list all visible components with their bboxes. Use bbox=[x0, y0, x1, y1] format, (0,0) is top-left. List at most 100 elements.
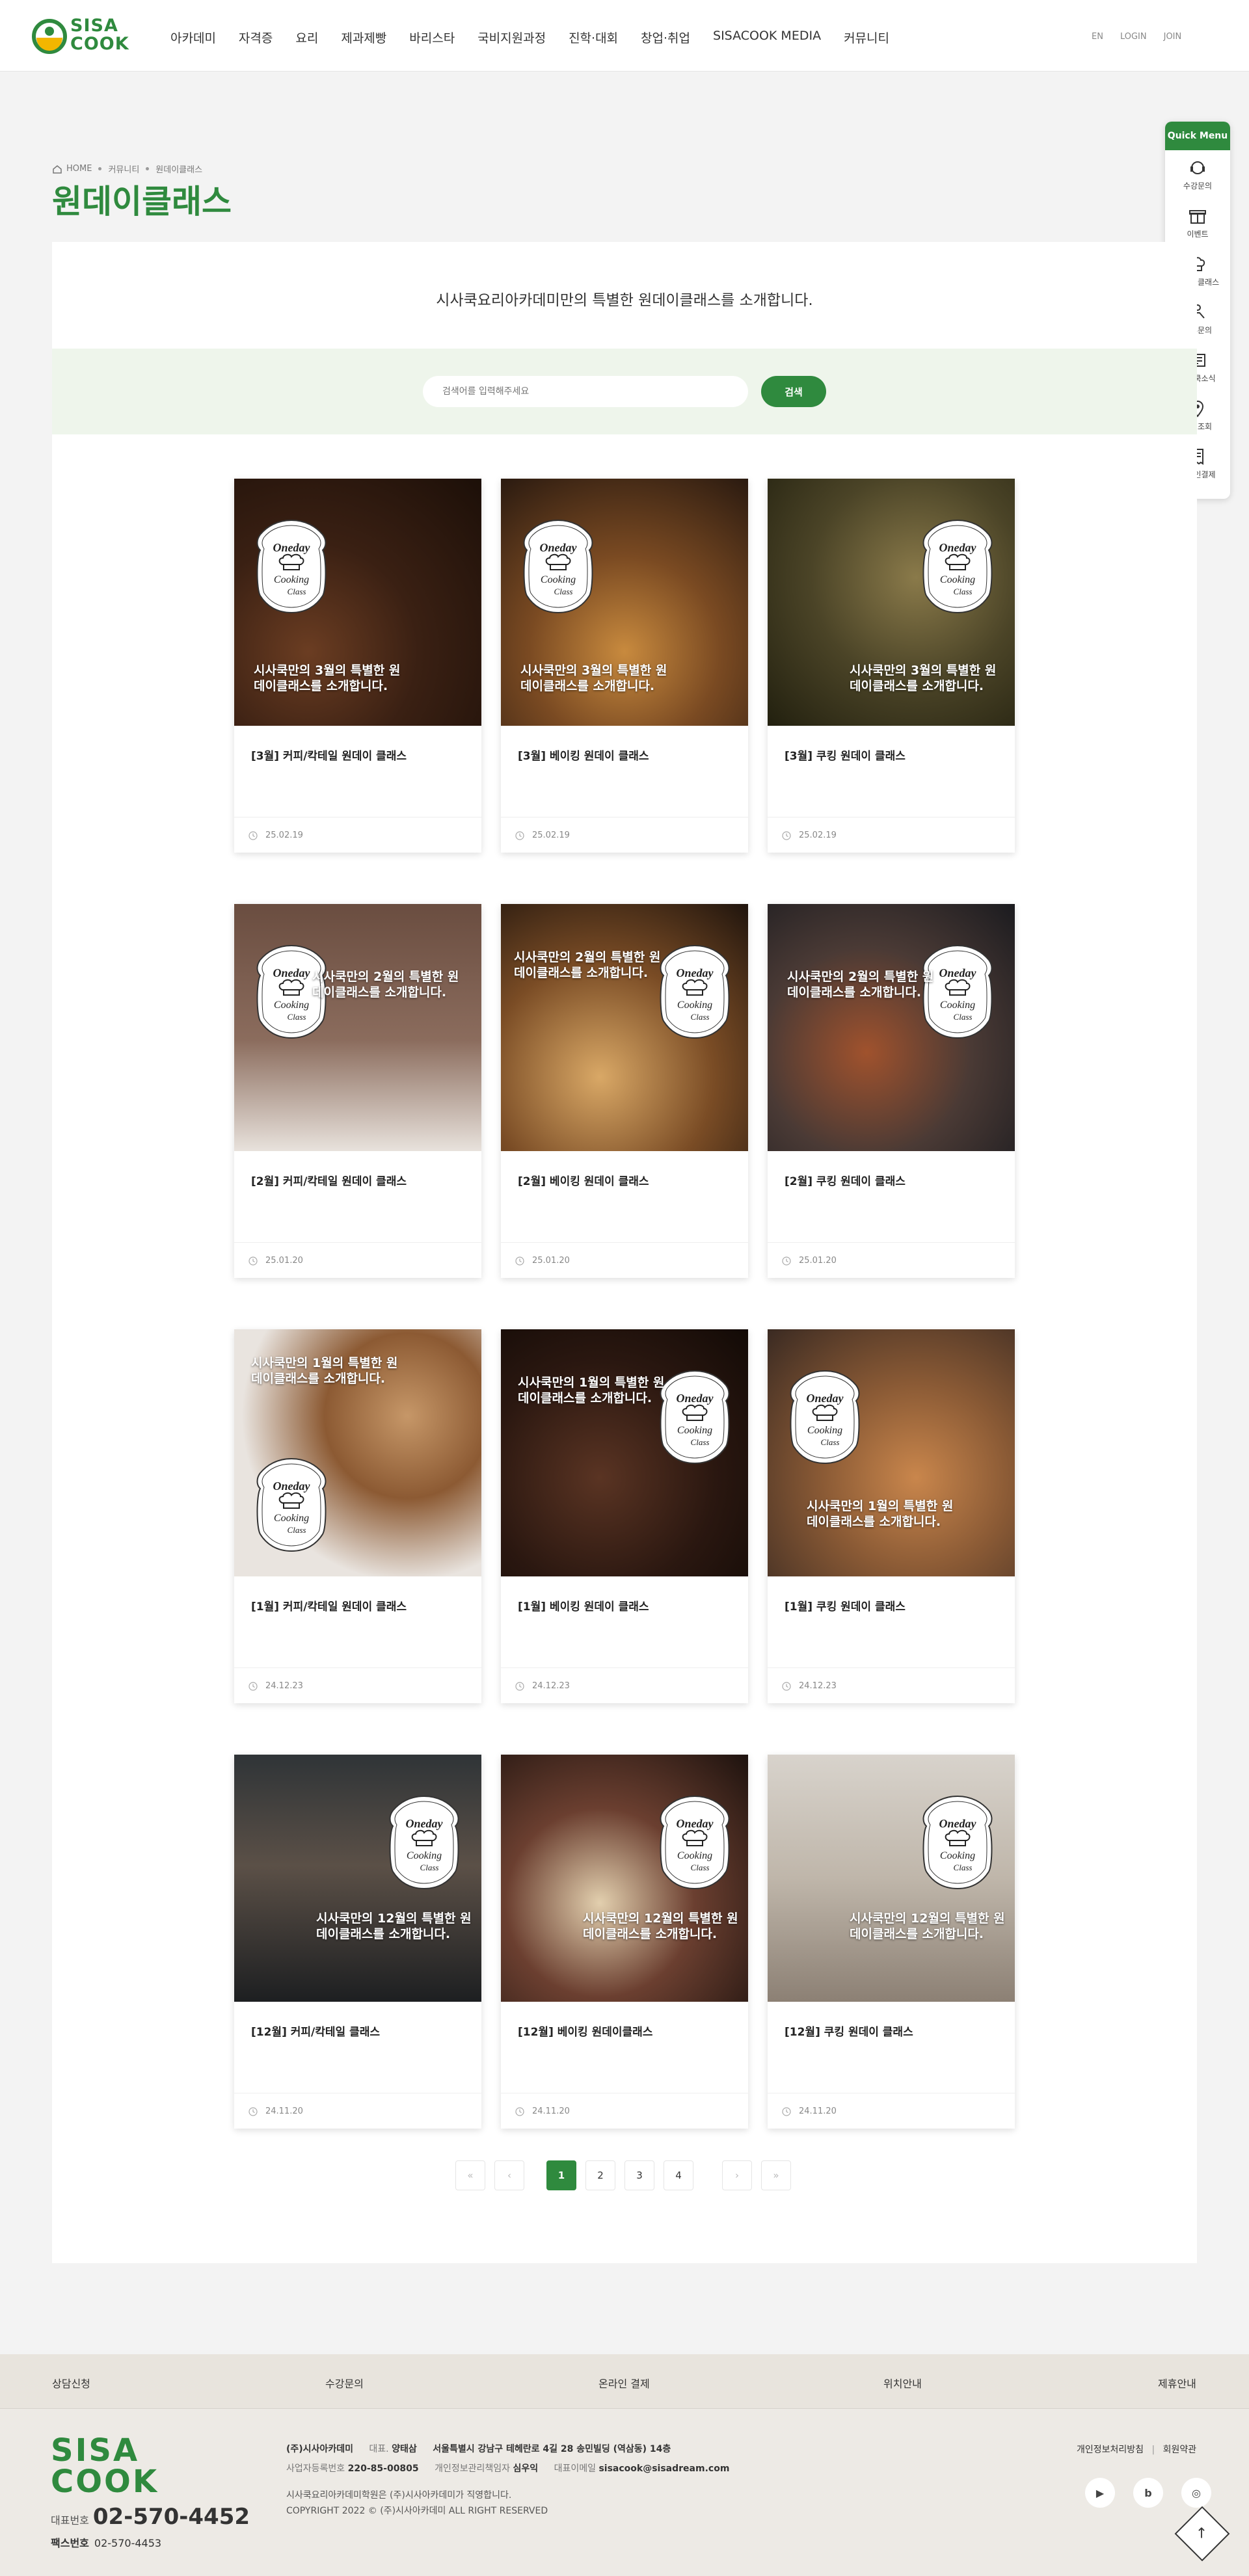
phone-label: 대표번호 bbox=[51, 2514, 89, 2527]
home-icon bbox=[53, 165, 62, 174]
card-title[interactable]: [3월] 베이킹 원데이 클래스 bbox=[518, 747, 649, 763]
footer-company-info: (주)시사아카데미 대표. 양태삼 서울특별시 강남구 테헤란로 4길 28 송… bbox=[286, 2439, 729, 2519]
search-button[interactable]: 검색 bbox=[761, 376, 826, 407]
instagram-icon[interactable]: ◎ bbox=[1181, 2478, 1211, 2508]
footer-nav-payment[interactable]: 온라인 결제 bbox=[598, 2375, 650, 2391]
card-title[interactable]: [12월] 쿠킹 원데이 클래스 bbox=[785, 2023, 913, 2039]
card-date: 25.01.20 bbox=[799, 1256, 837, 1266]
class-card[interactable]: Oneday Cooking Class 시사쿡만의 12월의 특별한 원데이클래스를… bbox=[234, 1755, 481, 2129]
quick-menu-item-event[interactable]: 이벤트 bbox=[1165, 198, 1230, 246]
clock-icon bbox=[248, 831, 258, 840]
clock-icon bbox=[248, 2107, 258, 2116]
card-title[interactable]: [12월] 커피/칵테일 클래스 bbox=[251, 2023, 380, 2039]
oneday-class-emblem: Oneday Cooking Class bbox=[389, 1795, 459, 1890]
site-header: SISA COOK 아카데미 자격증 요리 제과제빵 바리스타 국비지원과정 진… bbox=[0, 0, 1249, 72]
emblem-oneday-text: Oneday bbox=[540, 541, 578, 554]
prev-page-button[interactable]: ‹ bbox=[494, 2160, 524, 2190]
ceo-label: 대표. bbox=[369, 2444, 389, 2454]
card-title[interactable]: [2월] 커피/칵테일 원데이 클래스 bbox=[251, 1172, 407, 1188]
nav-item-cooking[interactable]: 요리 bbox=[295, 29, 318, 48]
emblem-oneday-text: Oneday bbox=[273, 541, 311, 554]
main-nav: 아카데미 자격증 요리 제과제빵 바리스타 국비지원과정 진학·대회 창업·취업… bbox=[170, 29, 912, 48]
card-caption: 시사쿡만의 2월의 특별한 원데이클래스를 소개합니다. bbox=[312, 970, 459, 1000]
nav-item-contest[interactable]: 진학·대회 bbox=[569, 29, 618, 48]
site-logo[interactable]: SISA COOK bbox=[31, 16, 142, 56]
headset-icon bbox=[1190, 161, 1205, 174]
card-title[interactable]: [1월] 커피/칵테일 원데이 클래스 bbox=[251, 1597, 407, 1613]
card-caption: 시사쿡만의 2월의 특별한 원데이클래스를 소개합니다. bbox=[787, 970, 934, 1000]
breadcrumb: HOME 커뮤니티 원데이클래스 bbox=[52, 163, 202, 175]
terms-link[interactable]: 회원약관 bbox=[1163, 2445, 1197, 2455]
card-title[interactable]: [12월] 베이킹 원데이클래스 bbox=[518, 2023, 652, 2039]
card-date: 24.11.20 bbox=[532, 2106, 570, 2116]
privacy-policy-link[interactable]: 개인정보처리방침 bbox=[1077, 2445, 1144, 2455]
clock-icon bbox=[515, 1682, 524, 1691]
page-3-button[interactable]: 3 bbox=[624, 2160, 654, 2190]
class-card[interactable]: Oneday Cooking Class 시사쿡만의 2월의 특별한 원데이클래스를 … bbox=[501, 904, 748, 1278]
first-page-button[interactable]: « bbox=[455, 2160, 485, 2190]
class-card[interactable]: Oneday Cooking Class 시사쿡만의 2월의 특별한 원데이클래스를 … bbox=[768, 904, 1015, 1278]
logo-text-top: SISA bbox=[70, 16, 118, 36]
class-card[interactable]: Oneday Cooking Class 시사쿡만의 2월의 특별한 원데이클래스를 … bbox=[234, 904, 481, 1278]
card-title[interactable]: [1월] 쿠킹 원데이 클래스 bbox=[785, 1597, 906, 1613]
emblem-cooking-text: Cooking bbox=[274, 1513, 309, 1524]
page-1-button[interactable]: 1 bbox=[546, 2160, 576, 2190]
nav-item-community[interactable]: 커뮤니티 bbox=[844, 29, 889, 48]
nav-item-academy[interactable]: 아카데미 bbox=[170, 29, 216, 48]
card-title[interactable]: [3월] 쿠킹 원데이 클래스 bbox=[785, 747, 906, 763]
nav-item-barista[interactable]: 바리스타 bbox=[409, 29, 455, 48]
util-join-link[interactable]: JOIN bbox=[1164, 32, 1182, 42]
emblem-oneday-text: Oneday bbox=[406, 1817, 444, 1830]
youtube-icon[interactable]: ▶ bbox=[1085, 2478, 1115, 2508]
fax-label: 팩스번호 bbox=[51, 2537, 89, 2549]
footer-nav-partnership[interactable]: 제휴안내 bbox=[1158, 2375, 1196, 2391]
card-footer: 25.02.19 bbox=[234, 817, 481, 853]
link-divider: | bbox=[1151, 2445, 1155, 2455]
card-date: 24.11.20 bbox=[799, 2106, 837, 2116]
blog-icon[interactable]: b bbox=[1133, 2478, 1163, 2508]
card-footer: 25.02.19 bbox=[501, 817, 748, 853]
quick-menu-item-inquiry[interactable]: 수강문의 bbox=[1165, 150, 1230, 198]
nav-item-startup[interactable]: 창업·취업 bbox=[641, 29, 690, 48]
card-caption: 시사쿡만의 3월의 특별한 원데이클래스를 소개합니다. bbox=[254, 663, 401, 693]
last-page-button[interactable]: » bbox=[761, 2160, 791, 2190]
footer-nav-consult[interactable]: 상담신청 bbox=[52, 2375, 90, 2391]
class-card[interactable]: Oneday Cooking Class 시사쿡만의 1월의 특별한 원데이클래스를 … bbox=[234, 1329, 481, 1703]
class-card[interactable]: Oneday Cooking Class 시사쿡만의 3월의 특별한 원데이클래스를 … bbox=[234, 479, 481, 853]
card-thumbnail: Oneday Cooking Class 시사쿡만의 3월의 특별한 원데이클래스를 … bbox=[234, 479, 481, 726]
card-title[interactable]: [3월] 커피/칵테일 원데이 클래스 bbox=[251, 747, 407, 763]
class-card[interactable]: Oneday Cooking Class 시사쿡만의 3월의 특별한 원데이클래스를 … bbox=[768, 479, 1015, 853]
next-page-button[interactable]: › bbox=[722, 2160, 752, 2190]
class-card[interactable]: Oneday Cooking Class 시사쿡만의 1월의 특별한 원데이클래스를 … bbox=[501, 1329, 748, 1703]
search-input[interactable] bbox=[423, 376, 748, 407]
card-title[interactable]: [2월] 쿠킹 원데이 클래스 bbox=[785, 1172, 906, 1188]
page-2-button[interactable]: 2 bbox=[585, 2160, 615, 2190]
footer-logo-top: SISA bbox=[51, 2432, 140, 2469]
card-thumbnail: Oneday Cooking Class 시사쿡만의 12월의 특별한 원데이클래스를… bbox=[234, 1755, 481, 2002]
clock-icon bbox=[248, 1682, 258, 1691]
footer-nav-inquiry[interactable]: 수강문의 bbox=[325, 2375, 364, 2391]
util-login-link[interactable]: LOGIN bbox=[1120, 32, 1147, 42]
class-card[interactable]: Oneday Cooking Class 시사쿡만의 1월의 특별한 원데이클래스를 … bbox=[768, 1329, 1015, 1703]
nav-item-gov-course[interactable]: 국비지원과정 bbox=[477, 29, 546, 48]
clock-icon bbox=[515, 831, 524, 840]
nav-item-media[interactable]: SISACOOK MEDIA bbox=[713, 29, 821, 48]
nav-item-certificate[interactable]: 자격증 bbox=[239, 29, 273, 48]
breadcrumb-home[interactable]: HOME bbox=[66, 164, 92, 174]
page-4-button[interactable]: 4 bbox=[664, 2160, 693, 2190]
footer-nav-location[interactable]: 위치안내 bbox=[883, 2375, 922, 2391]
card-title[interactable]: [1월] 베이킹 원데이 클래스 bbox=[518, 1597, 649, 1613]
util-en-link[interactable]: EN bbox=[1092, 32, 1103, 42]
card-title[interactable]: [2월] 베이킹 원데이 클래스 bbox=[518, 1172, 649, 1188]
nav-item-baking[interactable]: 제과제빵 bbox=[341, 29, 386, 48]
footer-nav: 상담신청 수강문의 온라인 결제 위치안내 제휴안내 bbox=[0, 2354, 1249, 2409]
search-band: 검색 bbox=[52, 349, 1197, 434]
class-card[interactable]: Oneday Cooking Class 시사쿡만의 12월의 특별한 원데이클래스를… bbox=[501, 1755, 748, 2129]
card-thumbnail: Oneday Cooking Class 시사쿡만의 2월의 특별한 원데이클래스를 … bbox=[768, 904, 1015, 1151]
footer-sns: ▶ b ◎ bbox=[1067, 2478, 1211, 2508]
emblem-oneday-text: Oneday bbox=[273, 1480, 311, 1493]
class-card[interactable]: Oneday Cooking Class 시사쿡만의 12월의 특별한 원데이클래스를… bbox=[768, 1755, 1015, 2129]
logo-bowl-icon bbox=[32, 19, 67, 54]
class-card[interactable]: Oneday Cooking Class 시사쿡만의 3월의 특별한 원데이클래스를 … bbox=[501, 479, 748, 853]
breadcrumb-community[interactable]: 커뮤니티 bbox=[108, 163, 139, 175]
